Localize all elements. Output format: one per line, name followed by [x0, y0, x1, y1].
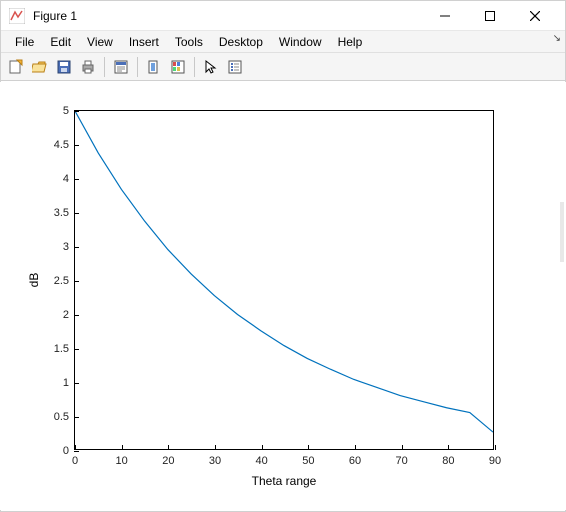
y-axis-label: dB — [27, 273, 41, 288]
x-tick-label: 90 — [489, 455, 501, 467]
open-button[interactable] — [29, 56, 51, 78]
y-tick-label: 4 — [63, 173, 69, 185]
menubar: File Edit View Insert Tools Desktop Wind… — [1, 31, 565, 53]
y-tick-label: 4.5 — [54, 139, 69, 151]
menu-tools[interactable]: Tools — [167, 33, 211, 51]
x-tick-label: 50 — [302, 455, 314, 467]
x-tick-label: 60 — [349, 455, 361, 467]
y-tick-label: 5 — [63, 105, 69, 117]
menu-window[interactable]: Window — [271, 33, 330, 51]
menu-desktop[interactable]: Desktop — [211, 33, 271, 51]
y-tick-label: 1 — [63, 377, 69, 389]
y-tick-label: 2.5 — [54, 275, 69, 287]
dock-arrow-icon[interactable]: ↘ — [553, 33, 561, 44]
y-tick-label: 1.5 — [54, 343, 69, 355]
save-button[interactable] — [53, 56, 75, 78]
toolbar — [1, 53, 565, 81]
x-tick-label: 0 — [72, 455, 78, 467]
y-tick-label: 2 — [63, 309, 69, 321]
window-title: Figure 1 — [33, 9, 77, 23]
menu-help[interactable]: Help — [330, 33, 371, 51]
titlebar: Figure 1 — [1, 1, 565, 31]
print-button[interactable] — [77, 56, 99, 78]
y-tick-label: 0 — [63, 445, 69, 457]
menu-edit[interactable]: Edit — [42, 33, 79, 51]
axes[interactable]: 00.511.522.533.544.550102030405060708090 — [74, 110, 494, 450]
chart-line — [75, 111, 493, 449]
print-preview-button[interactable] — [110, 56, 132, 78]
legend-button[interactable] — [224, 56, 246, 78]
new-figure-button[interactable] — [5, 56, 27, 78]
toolbar-separator — [194, 57, 195, 77]
scrollbar-hint — [560, 202, 564, 262]
x-tick-label: 40 — [256, 455, 268, 467]
menu-insert[interactable]: Insert — [121, 33, 167, 51]
x-tick-label: 70 — [396, 455, 408, 467]
link-button[interactable] — [143, 56, 165, 78]
x-tick-label: 20 — [162, 455, 174, 467]
colorbar-button[interactable] — [167, 56, 189, 78]
x-tick-label: 30 — [209, 455, 221, 467]
matlab-figure-icon — [9, 8, 25, 24]
toolbar-separator — [104, 57, 105, 77]
y-tick-label: 0.5 — [54, 411, 69, 423]
x-axis-label: Theta range — [252, 474, 317, 488]
minimize-button[interactable] — [422, 1, 467, 31]
edit-plot-button[interactable] — [200, 56, 222, 78]
menu-view[interactable]: View — [79, 33, 121, 51]
y-tick-label: 3.5 — [54, 207, 69, 219]
maximize-button[interactable] — [467, 1, 512, 31]
close-button[interactable] — [512, 1, 557, 31]
x-tick-label: 80 — [442, 455, 454, 467]
menu-file[interactable]: File — [7, 33, 42, 51]
x-tick-label: 10 — [116, 455, 128, 467]
y-tick-label: 3 — [63, 241, 69, 253]
plot-area: dB Theta range 00.511.522.533.544.550102… — [0, 82, 566, 510]
toolbar-separator — [137, 57, 138, 77]
